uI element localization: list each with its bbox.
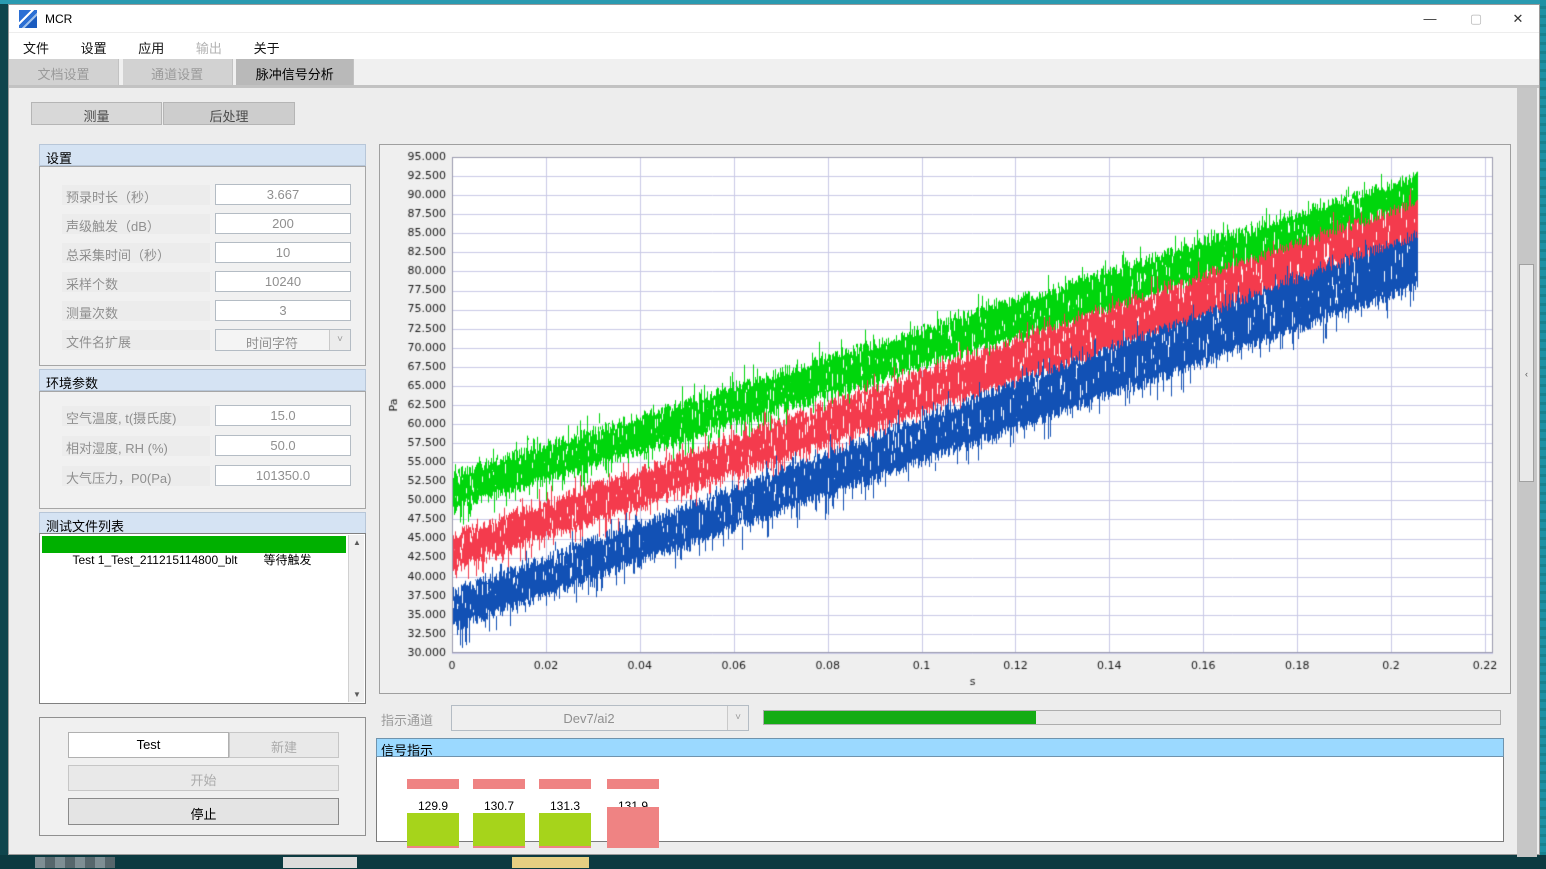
- taskbar-icon-fragment: [283, 857, 357, 868]
- file-name: Test 1_Test_211215114800_blt: [72, 553, 237, 567]
- signal-value: 130.7: [473, 799, 525, 813]
- air-temperature-field[interactable]: 15.0: [215, 405, 351, 426]
- stop-button[interactable]: 停止: [68, 798, 339, 825]
- trigger-level-field[interactable]: 200: [215, 213, 351, 234]
- close-button[interactable]: ✕: [1498, 5, 1538, 33]
- taskbar-icon-fragment: [512, 857, 589, 868]
- atmospheric-pressure-field[interactable]: 101350.0: [215, 465, 351, 486]
- app-logo-icon: [19, 10, 37, 28]
- signal-value: 131.3: [539, 799, 591, 813]
- tab-pulse-signal-analysis[interactable]: 脉冲信号分析: [236, 59, 354, 85]
- field-label: 大气压力，P0(Pa): [62, 466, 210, 486]
- menu-file[interactable]: 文件: [9, 33, 63, 59]
- signal-peak-bar: [407, 779, 459, 789]
- taskbar-icon-fragment: [35, 857, 115, 868]
- menu-about[interactable]: 关于: [240, 33, 294, 59]
- menu-settings[interactable]: 设置: [67, 33, 121, 59]
- main-content: 测量 后处理 设置 预录时长（秒） 3.667 声级触发（dB） 200 总采集…: [9, 85, 1539, 854]
- side-panel-strip: ‹: [1517, 88, 1537, 857]
- list-item[interactable]: Test 1_Test_211215114800_blt等待触发: [42, 536, 346, 553]
- signal-level-block: [539, 813, 591, 848]
- field-label: 测量次数: [62, 301, 210, 321]
- signal-peak-bar: [539, 779, 591, 789]
- tab-document-settings[interactable]: 文档设置: [9, 59, 119, 85]
- signal-value: 129.9: [407, 799, 459, 813]
- environment-panel-body: 空气温度, t(摄氏度) 15.0 相对湿度, RH (%) 50.0 大气压力…: [39, 391, 366, 509]
- indicator-channel-dropdown[interactable]: Dev7/ai2 ˅: [451, 705, 749, 731]
- taskbar: [0, 855, 1546, 869]
- new-button[interactable]: 新建: [229, 732, 339, 758]
- tab-channel-settings[interactable]: 通道设置: [123, 59, 233, 85]
- pulse-chart-panel: [379, 144, 1511, 694]
- field-label: 空气温度, t(摄氏度): [62, 406, 210, 426]
- test-name-input[interactable]: Test: [68, 732, 229, 758]
- maximize-button[interactable]: ▢: [1456, 5, 1496, 33]
- sample-count-field[interactable]: 10240: [215, 271, 351, 292]
- prerecord-duration-field[interactable]: 3.667: [215, 184, 351, 205]
- signal-peak-bar: [607, 779, 659, 789]
- app-window: MCR — ▢ ✕ 文件 设置 应用 输出 关于 文档设置 通道设置 脉冲信号分…: [8, 4, 1540, 855]
- chevron-down-icon[interactable]: ˅: [727, 706, 748, 730]
- progress-fill: [764, 711, 1036, 724]
- field-label: 采样个数: [62, 272, 210, 292]
- signal-panel-body: 129.9 130.7 131.3 131.9: [376, 757, 1504, 842]
- signal-level-block: [607, 807, 659, 848]
- dropdown-value: 时间字符: [216, 333, 328, 352]
- field-label: 相对湿度, RH (%): [62, 436, 210, 456]
- environment-panel-header: 环境参数: [39, 369, 366, 391]
- scroll-up-icon[interactable]: ▲: [349, 535, 365, 550]
- relative-humidity-field[interactable]: 50.0: [215, 435, 351, 456]
- side-panel-collapse-handle[interactable]: ‹: [1519, 264, 1534, 482]
- menu-apply[interactable]: 应用: [124, 33, 178, 59]
- signal-peak-bar: [473, 779, 525, 789]
- controls-panel: Test 新建 开始 停止: [39, 717, 366, 836]
- signal-level-block: [407, 813, 459, 848]
- measure-count-field[interactable]: 3: [215, 300, 351, 321]
- total-capture-time-field[interactable]: 10: [215, 242, 351, 263]
- dropdown-value: Dev7/ai2: [452, 711, 726, 726]
- scroll-down-icon[interactable]: ▼: [349, 687, 365, 702]
- field-label: 声级触发（dB）: [62, 214, 210, 234]
- pulse-chart-canvas: [380, 145, 1510, 693]
- subtab-postprocess[interactable]: 后处理: [163, 102, 295, 125]
- window-title: MCR: [45, 12, 72, 26]
- menu-output[interactable]: 输出: [182, 33, 236, 59]
- trigger-progress-bar: [763, 710, 1501, 725]
- field-label: 总采集时间（秒）: [62, 243, 210, 263]
- signal-level-block: [473, 813, 525, 848]
- tab-strip: 文档设置 通道设置 脉冲信号分析: [9, 59, 1539, 85]
- test-file-list: Test 1_Test_211215114800_blt等待触发 ▲ ▼: [39, 533, 366, 704]
- file-list-panel-header: 测试文件列表: [39, 512, 366, 534]
- menu-bar: 文件 设置 应用 输出 关于: [9, 33, 1539, 59]
- indicator-channel-label: 指示通道: [381, 710, 433, 729]
- signal-panel-header: 信号指示: [376, 738, 1504, 757]
- file-list-scrollbar[interactable]: ▲ ▼: [348, 535, 364, 702]
- title-bar: MCR — ▢ ✕: [9, 5, 1539, 33]
- field-label: 预录时长（秒）: [62, 185, 210, 205]
- settings-panel-header: 设置: [39, 144, 366, 166]
- filename-extension-dropdown[interactable]: 时间字符 ˅: [215, 329, 351, 351]
- desktop-right-edge: [1540, 0, 1546, 869]
- field-label: 文件名扩展: [62, 330, 210, 350]
- subtab-measure[interactable]: 测量: [31, 102, 162, 125]
- chevron-down-icon[interactable]: ˅: [329, 330, 350, 350]
- start-button[interactable]: 开始: [68, 765, 339, 791]
- file-status: 等待触发: [264, 553, 312, 567]
- minimize-button[interactable]: —: [1410, 5, 1450, 33]
- settings-panel-body: 预录时长（秒） 3.667 声级触发（dB） 200 总采集时间（秒） 10 采…: [39, 166, 366, 366]
